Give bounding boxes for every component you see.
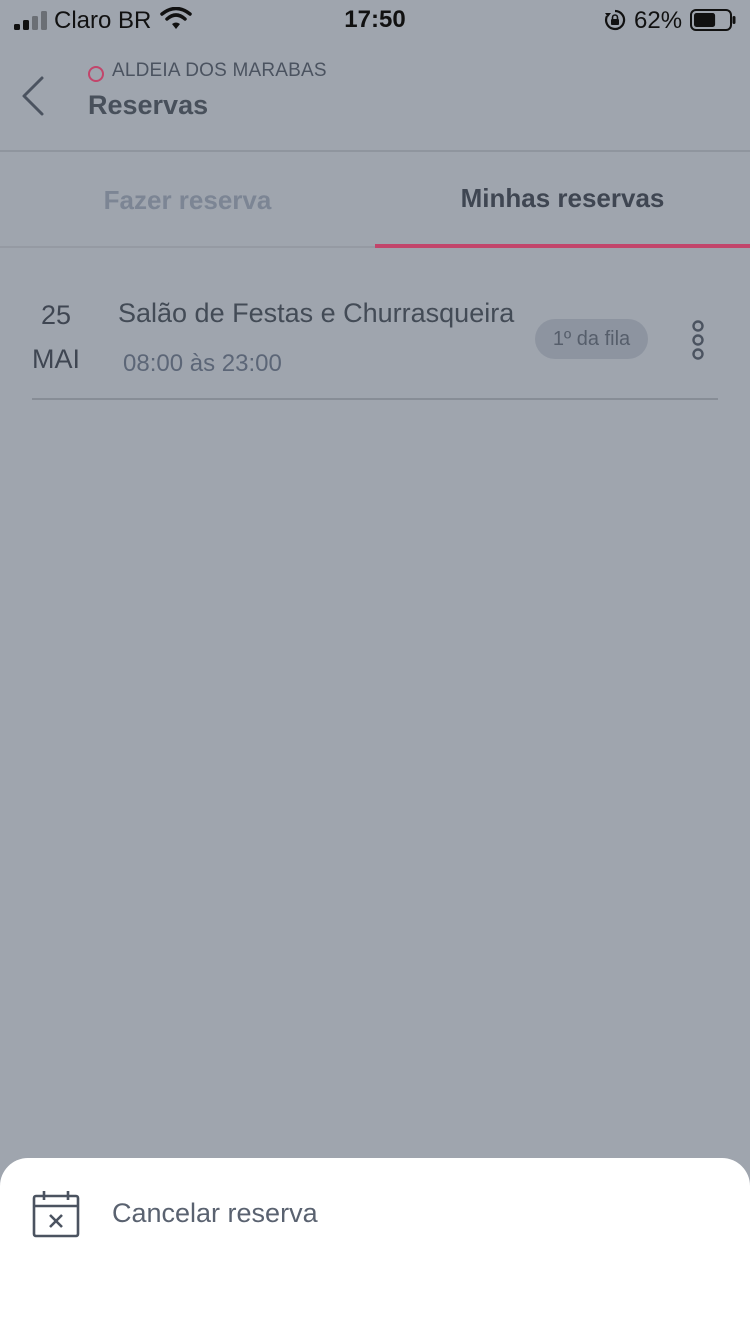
battery-percentage: 62% [634, 7, 683, 34]
more-options-icon[interactable] [688, 318, 708, 362]
reservation-day: 25 [40, 300, 72, 330]
battery-icon [690, 9, 736, 31]
action-bottom-sheet: Cancelar reserva [0, 1158, 750, 1334]
org-status-dot-icon [88, 66, 104, 82]
reservation-list-item[interactable]: 25 MAI Salão de Festas e Churrasqueira 0… [32, 272, 718, 400]
app-header: ALDEIA DOS MARABAS Reservas [0, 40, 750, 152]
tab-bar: Fazer reserva Minhas reservas [0, 152, 750, 248]
organization-name: ALDEIA DOS MARABAS [112, 60, 327, 81]
cancel-reservation-button[interactable]: Cancelar reserva [0, 1158, 750, 1270]
tab-minhas-reservas[interactable]: Minhas reservas [375, 152, 750, 248]
page-title: Reservas [88, 90, 209, 120]
calendar-cancel-icon [32, 1191, 80, 1238]
rotation-lock-icon [604, 9, 626, 31]
reservation-title: Salão de Festas e Churrasqueira [118, 298, 515, 328]
reservation-time: 08:00 às 23:00 [123, 350, 282, 377]
tab-fazer-reserva[interactable]: Fazer reserva [0, 152, 375, 248]
back-arrow-icon[interactable] [18, 74, 48, 118]
queue-position-badge: 1º da fila [535, 319, 648, 359]
cancel-reservation-label: Cancelar reserva [112, 1198, 318, 1228]
status-bar: Claro BR 17:50 62% [0, 0, 750, 40]
reservation-month: MAI [32, 344, 81, 374]
